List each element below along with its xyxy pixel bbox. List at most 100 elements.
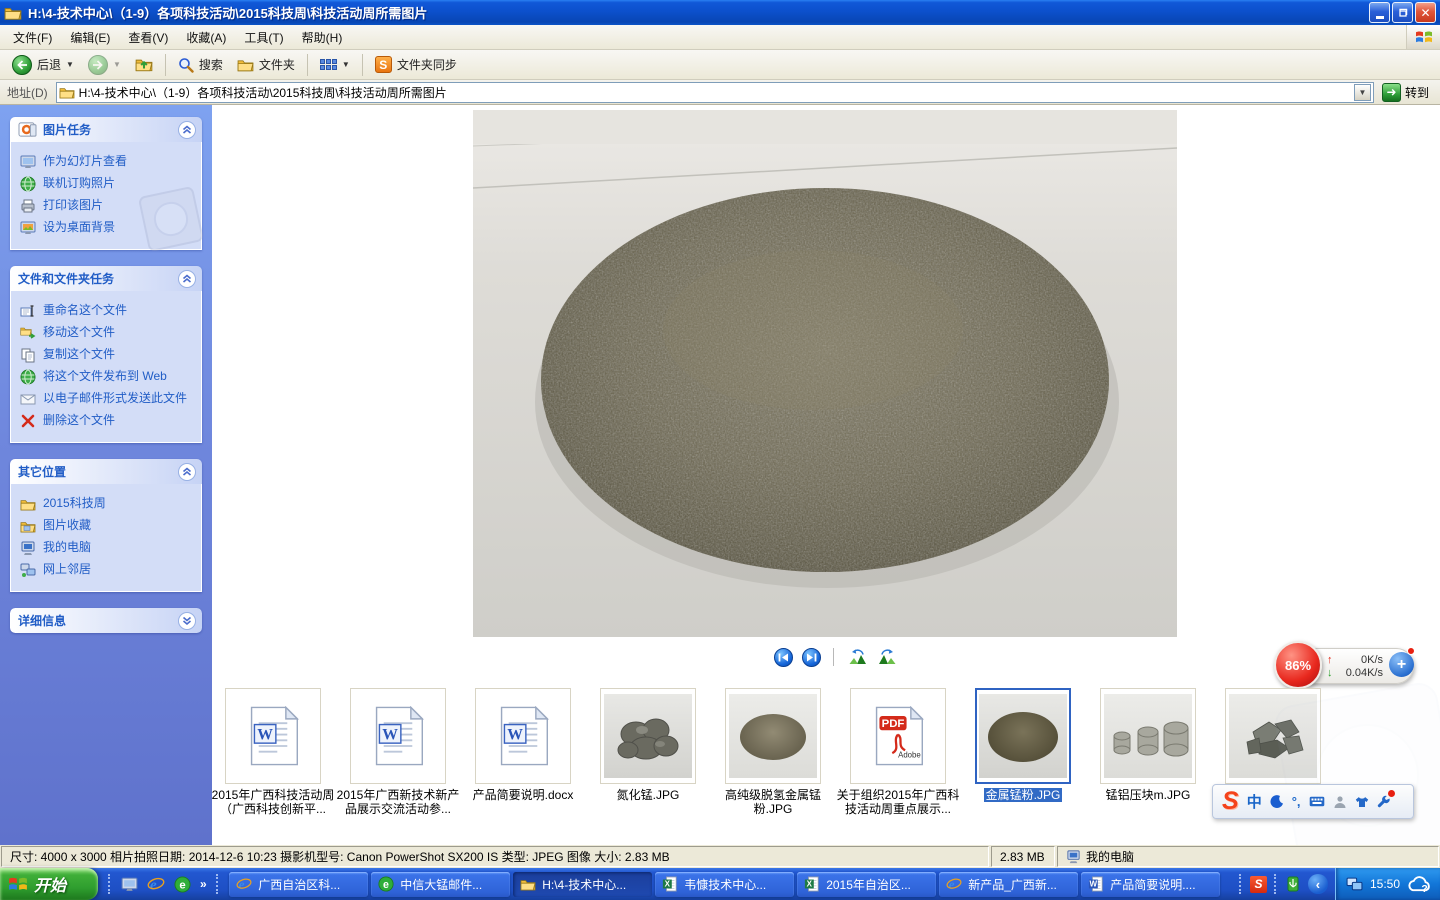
thumbnail-image-briquettes[interactable]	[1100, 688, 1196, 784]
ime-language-mode[interactable]: 中	[1247, 791, 1262, 812]
thumbnail-label[interactable]: 产品简要说明.docx	[460, 788, 586, 802]
place-my-computer[interactable]: 我的电脑	[20, 537, 197, 559]
toolbar-grip[interactable]	[216, 874, 220, 894]
task-copy-file[interactable]: 复制这个文件	[20, 344, 197, 366]
net-speed-widget[interactable]: ↑0K/s ↓0.04K/s 86% +	[1274, 641, 1416, 691]
thumbnail-image-lumps[interactable]	[600, 688, 696, 784]
ime-skin-icon[interactable]	[1355, 796, 1369, 808]
back-dropdown[interactable]: ▼	[66, 60, 74, 69]
taskbar-task-3-active[interactable]: H:\4-技术中心...	[513, 872, 652, 897]
thumbnail-label-selected[interactable]: 金属锰粉.JPG	[960, 788, 1086, 802]
sogou-tray-icon[interactable]: S	[1250, 876, 1267, 893]
thumbnail-label[interactable]: 关于组织2015年广西科技活动周重点展示...	[835, 788, 961, 816]
close-button[interactable]: ✕	[1415, 2, 1436, 23]
task-pane: 图片任务 作为幻灯片查看 联机订购照片 打印该图片	[0, 105, 212, 845]
hide-tray-icons-button[interactable]: ‹	[1308, 874, 1328, 894]
task-publish-web[interactable]: 将这个文件发布到 Web	[20, 366, 197, 388]
collapse-chevron-icon[interactable]	[178, 270, 196, 288]
views-dropdown[interactable]: ▼	[342, 60, 350, 69]
clock[interactable]: 15:50	[1370, 877, 1400, 891]
collapse-chevron-icon[interactable]	[178, 121, 196, 139]
rotate-clockwise-button[interactable]	[877, 649, 899, 665]
up-button[interactable]	[129, 54, 159, 75]
restore-button[interactable]	[1392, 2, 1413, 23]
thumbnail-label[interactable]: 2015年广西科技活动周（广西科技创新平...	[210, 788, 336, 816]
start-button[interactable]: 开始	[0, 868, 98, 900]
ime-punctuation-mode[interactable]: °,	[1292, 794, 1301, 809]
menu-favorites[interactable]: 收藏(A)	[177, 25, 235, 50]
usb-device-icon[interactable]	[1285, 876, 1301, 892]
place-2015-tech-week[interactable]: 2015科技周	[20, 493, 197, 515]
menu-help[interactable]: 帮助(H)	[293, 25, 352, 50]
task-email-file[interactable]: 以电子邮件形式发送此文件	[20, 388, 197, 410]
task-set-wallpaper[interactable]: 设为桌面背景	[20, 217, 197, 239]
task-order-prints[interactable]: 联机订购照片	[20, 173, 197, 195]
taskbar-task-1[interactable]: 广西自治区科...	[229, 872, 368, 897]
cloud-help-icon[interactable]	[1407, 875, 1432, 894]
folder-sync-button[interactable]: S 文件夹同步	[369, 53, 463, 76]
search-button[interactable]: 搜索	[172, 53, 229, 76]
address-dropdown[interactable]: ▼	[1354, 84, 1371, 101]
ime-soft-keyboard-icon[interactable]	[1309, 796, 1325, 807]
picture-tasks-header[interactable]: 图片任务	[10, 117, 202, 142]
thumbnail-image-powder-selected[interactable]	[975, 688, 1071, 784]
sogou-ime-bar[interactable]: S 中 °,	[1212, 784, 1414, 819]
collapse-chevron-icon[interactable]	[178, 463, 196, 481]
show-desktop-icon[interactable]	[121, 876, 138, 893]
task-rename-file[interactable]: 重命名这个文件	[20, 300, 197, 322]
task-view-slideshow[interactable]: 作为幻灯片查看	[20, 151, 197, 173]
ime-fullwidth-moon-icon[interactable]	[1270, 795, 1284, 809]
next-image-button[interactable]	[802, 648, 821, 667]
thumbnail-word-doc-2[interactable]	[350, 688, 446, 784]
back-button[interactable]: 后退 ▼	[6, 52, 80, 78]
accelerate-plus-button[interactable]: +	[1389, 652, 1414, 677]
ime-settings-wrench-icon[interactable]	[1377, 795, 1391, 809]
menu-file[interactable]: 文件(F)	[4, 25, 61, 50]
thumbnail-word-doc-1[interactable]	[225, 688, 321, 784]
network-status-icon[interactable]	[1346, 877, 1363, 892]
taskbar-task-6[interactable]: 新产品_广西新...	[939, 872, 1078, 897]
ime-account-icon[interactable]	[1333, 795, 1347, 809]
forward-button[interactable]: ▼	[82, 52, 127, 78]
taskbar-task-2[interactable]: 中信大锰邮件...	[371, 872, 510, 897]
windows-flag-icon	[8, 874, 28, 894]
place-my-pictures[interactable]: 图片收藏	[20, 515, 197, 537]
thumbnail-label[interactable]: 锰铝压块m.JPG	[1085, 788, 1211, 802]
sogou-logo-icon[interactable]: S	[1222, 789, 1239, 814]
previous-image-button[interactable]	[774, 648, 793, 667]
go-button[interactable]: ➜ 转到	[1382, 83, 1429, 102]
thumbnail-image-flakes[interactable]	[1225, 688, 1321, 784]
details-header[interactable]: 详细信息	[10, 608, 202, 633]
rotate-counterclockwise-button[interactable]	[846, 649, 868, 665]
ie-icon[interactable]	[147, 875, 165, 893]
address-input[interactable]: H:\4-技术中心\（1-9）各项科技活动\2015科技周\科技活动周所需图片 …	[56, 82, 1374, 103]
file-tasks-header[interactable]: 文件和文件夹任务	[10, 266, 202, 291]
browser-360-icon[interactable]	[174, 876, 191, 893]
views-button[interactable]: ▼	[314, 56, 356, 73]
taskbar-task-7[interactable]: 产品简要说明....	[1081, 872, 1220, 897]
thumbnail-label[interactable]: 氮化锰.JPG	[585, 788, 711, 802]
memory-percent-ball[interactable]: 86%	[1274, 641, 1322, 689]
thumbnail-pdf-doc[interactable]	[850, 688, 946, 784]
folders-button[interactable]: 文件夹	[231, 53, 301, 76]
expand-chevron-icon[interactable]	[178, 612, 196, 630]
menu-view[interactable]: 查看(V)	[119, 25, 177, 50]
menu-edit[interactable]: 编辑(E)	[61, 25, 119, 50]
task-move-file[interactable]: 移动这个文件	[20, 322, 197, 344]
minimize-button[interactable]	[1369, 2, 1390, 23]
toolbar-grip[interactable]	[1239, 874, 1243, 894]
place-network[interactable]: 网上邻居	[20, 559, 197, 581]
thumbnail-label[interactable]: 高纯级脱氢金属锰粉.JPG	[710, 788, 836, 816]
other-places-header[interactable]: 其它位置	[10, 459, 202, 484]
quick-launch-more-chevron[interactable]: »	[200, 877, 207, 891]
taskbar-task-5[interactable]: 2015年自治区...	[797, 872, 936, 897]
taskbar-task-4[interactable]: 韦慷技术中心...	[655, 872, 794, 897]
task-delete-file[interactable]: 删除这个文件	[20, 410, 197, 432]
task-print-picture[interactable]: 打印该图片	[20, 195, 197, 217]
thumbnail-word-doc-3[interactable]	[475, 688, 571, 784]
toolbar-grip[interactable]	[108, 874, 112, 894]
toolbar-grip[interactable]	[1274, 874, 1278, 894]
thumbnail-image-powder-light[interactable]	[725, 688, 821, 784]
thumbnail-label[interactable]: 2015年广西新技术新产品展示交流活动参...	[335, 788, 461, 816]
menu-tools[interactable]: 工具(T)	[235, 25, 292, 50]
